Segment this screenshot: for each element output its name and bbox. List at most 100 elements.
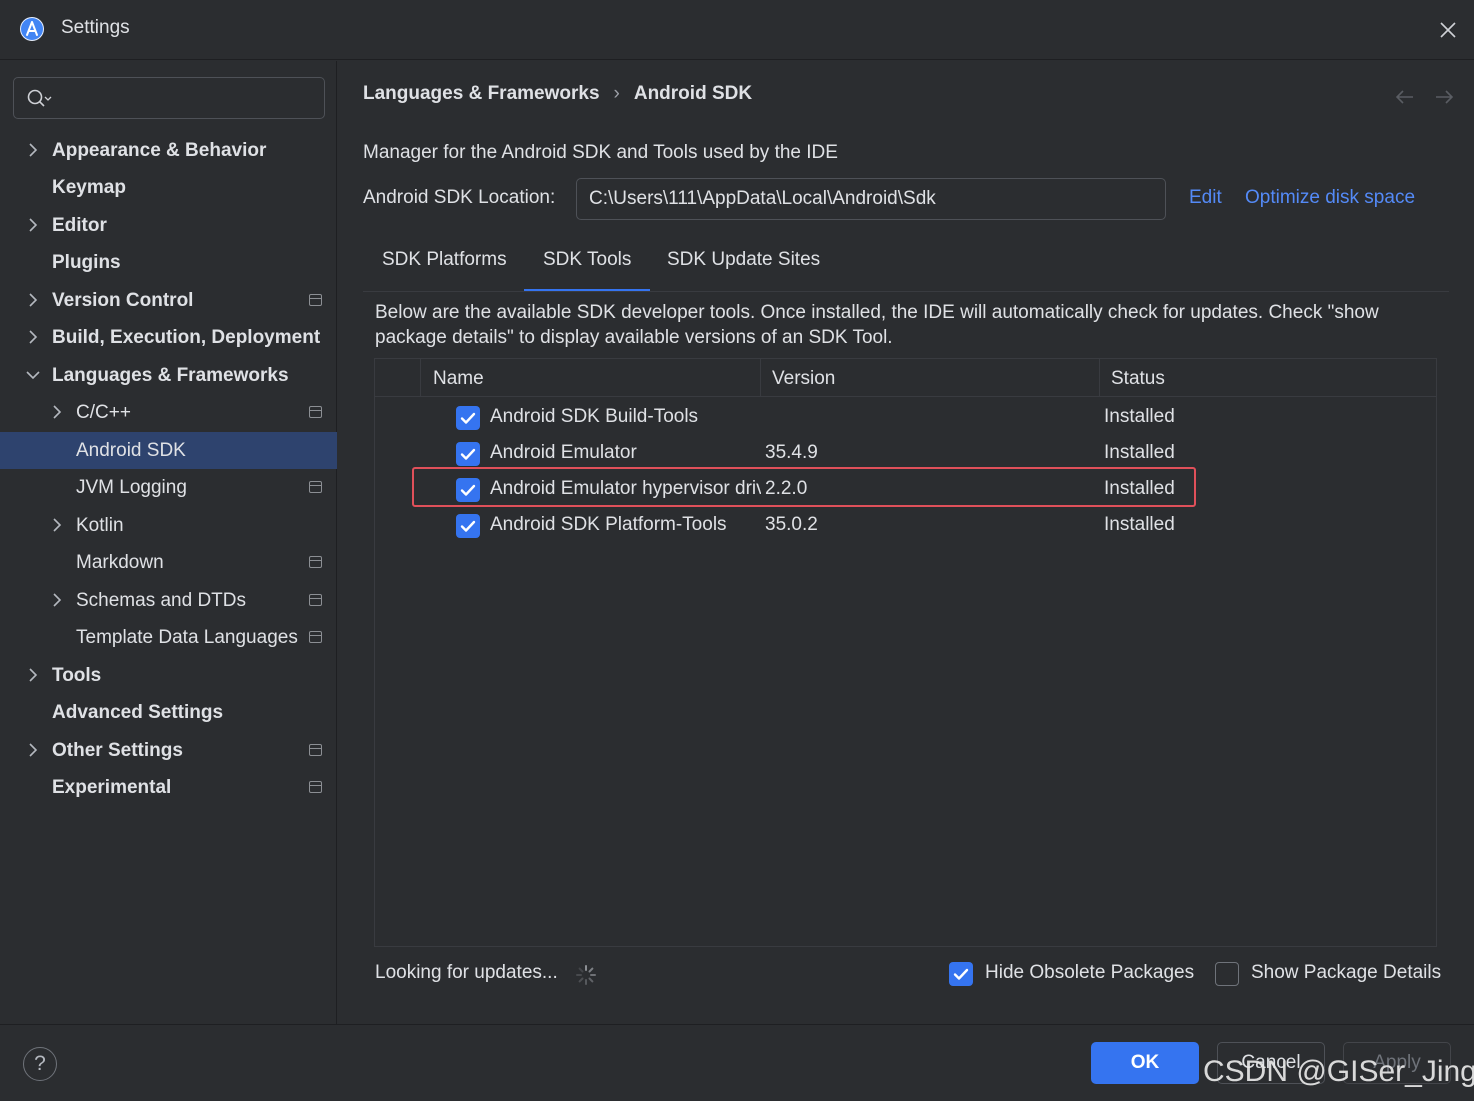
breadcrumb: Languages & Frameworks › Android SDK <box>363 83 752 105</box>
cell-name: Android Emulator <box>490 442 637 463</box>
watermark: CSDN @GISer_Jinger <box>1203 1055 1474 1088</box>
column-header-name[interactable]: Name <box>433 359 484 397</box>
sdk-location-label: Android SDK Location: <box>363 187 556 208</box>
table-row[interactable]: Android SDK Build-Tools Installed <box>375 399 1436 435</box>
cell-version: 35.0.2 <box>765 514 818 535</box>
chevron-right-icon[interactable] <box>49 507 65 544</box>
column-divider[interactable] <box>760 359 761 397</box>
sidebar-item[interactable]: Markdown <box>0 544 337 581</box>
sidebar-item[interactable]: Version Control <box>0 282 337 319</box>
sidebar-item-label: Experimental <box>52 777 172 798</box>
sidebar-item-label: Kotlin <box>76 515 124 536</box>
sidebar-item[interactable]: Keymap <box>0 169 337 206</box>
column-header-version[interactable]: Version <box>772 359 835 397</box>
android-studio-icon <box>20 17 44 41</box>
chevron-right-icon[interactable] <box>25 207 41 244</box>
chevron-down-icon[interactable] <box>25 357 41 394</box>
tab-sdk-platforms[interactable]: SDK Platforms <box>382 236 507 292</box>
table-row[interactable]: Android Emulator 35.4.9 Installed <box>375 435 1436 471</box>
sidebar-item-label: Appearance & Behavior <box>52 140 267 161</box>
sidebar-item-label: Template Data Languages <box>76 627 298 648</box>
cell-status: Installed <box>1104 442 1175 463</box>
sidebar-item[interactable]: Schemas and DTDs <box>0 582 337 619</box>
cell-status: Installed <box>1104 478 1175 499</box>
loading-spinner-icon <box>575 964 597 986</box>
breadcrumb-separator: › <box>613 83 620 104</box>
row-checkbox[interactable] <box>456 478 480 502</box>
table-header: Name Version Status <box>375 359 1436 397</box>
chevron-right-icon[interactable] <box>49 394 65 431</box>
back-arrow-icon[interactable] <box>1394 86 1416 108</box>
sidebar-item[interactable]: Languages & Frameworks <box>0 357 337 394</box>
chevron-right-icon[interactable] <box>25 132 41 169</box>
cell-name: Android SDK Platform-Tools <box>490 514 727 535</box>
tab-sdk-tools[interactable]: SDK Tools <box>523 236 651 292</box>
sidebar-item[interactable]: Template Data Languages <box>0 619 337 656</box>
sidebar-item[interactable]: Tools <box>0 657 337 694</box>
sidebar-item-label: Keymap <box>52 177 126 198</box>
sidebar-item[interactable]: Other Settings <box>0 732 337 769</box>
chevron-right-icon[interactable] <box>25 657 41 694</box>
window-title: Settings <box>61 17 130 38</box>
table-row[interactable]: Android Emulator hypervisor driver 2.2.0 I… <box>375 471 1436 507</box>
chevron-right-icon[interactable] <box>25 319 41 356</box>
project-scope-icon <box>309 294 322 306</box>
sidebar-item-label: Build, Execution, Deployment <box>52 327 321 348</box>
row-checkbox[interactable] <box>456 514 480 538</box>
settings-search-box[interactable] <box>13 77 325 119</box>
tab-sdk-update-sites[interactable]: SDK Update Sites <box>667 236 820 292</box>
breadcrumb-item-languages-frameworks[interactable]: Languages & Frameworks <box>363 83 600 104</box>
sdk-tools-table: Name Version Status Android SDK Build-To… <box>374 358 1437 947</box>
sidebar-item-label: Schemas and DTDs <box>76 590 247 611</box>
project-scope-icon <box>309 781 322 793</box>
project-scope-icon <box>309 744 322 756</box>
sidebar-item[interactable]: Kotlin <box>0 507 337 544</box>
project-scope-icon <box>309 556 322 568</box>
hide-obsolete-label[interactable]: Hide Obsolete Packages <box>985 962 1194 984</box>
row-checkbox[interactable] <box>456 406 480 430</box>
optimize-disk-space-link[interactable]: Optimize disk space <box>1245 187 1415 209</box>
checkmark-icon <box>953 968 969 980</box>
help-button[interactable]: ? <box>23 1047 57 1081</box>
edit-link[interactable]: Edit <box>1189 187 1222 209</box>
sidebar-item[interactable]: Experimental <box>0 769 337 806</box>
sidebar-item[interactable]: C/C++ <box>0 394 337 431</box>
cell-status: Installed <box>1104 514 1175 535</box>
sidebar-item-label: Tools <box>52 665 102 686</box>
sidebar-item-label: Android SDK <box>76 440 186 461</box>
project-scope-icon <box>309 594 322 606</box>
sdk-location-input[interactable] <box>576 178 1166 220</box>
project-scope-icon <box>309 481 322 493</box>
cell-version: 35.4.9 <box>765 442 818 463</box>
search-input[interactable] <box>58 80 318 116</box>
ok-button[interactable]: OK <box>1091 1042 1199 1084</box>
chevron-right-icon[interactable] <box>25 282 41 319</box>
hide-obsolete-checkbox[interactable] <box>949 962 973 986</box>
sidebar-item[interactable]: Editor <box>0 207 337 244</box>
sidebar-item-label: Languages & Frameworks <box>52 365 289 386</box>
sidebar-item[interactable]: Plugins <box>0 244 337 281</box>
title-bar <box>0 0 1474 60</box>
sidebar-item-label: Other Settings <box>52 740 183 761</box>
sidebar-item[interactable]: Android SDK <box>0 432 337 469</box>
close-icon[interactable] <box>1436 18 1460 42</box>
sidebar-item-label: JVM Logging <box>76 477 187 498</box>
sidebar-item-label: Version Control <box>52 290 194 311</box>
sidebar-item[interactable]: JVM Logging <box>0 469 337 506</box>
show-package-details-label[interactable]: Show Package Details <box>1251 962 1441 984</box>
sidebar-item-label: C/C++ <box>76 402 131 423</box>
forward-arrow-icon[interactable] <box>1433 86 1455 108</box>
chevron-right-icon[interactable] <box>25 732 41 769</box>
show-package-details-checkbox[interactable] <box>1215 962 1239 986</box>
row-checkbox[interactable] <box>456 442 480 466</box>
sidebar-item[interactable]: Advanced Settings <box>0 694 337 731</box>
chevron-right-icon[interactable] <box>49 582 65 619</box>
column-header-status[interactable]: Status <box>1111 359 1165 397</box>
sidebar-item-label: Plugins <box>52 252 121 273</box>
column-divider[interactable] <box>1099 359 1100 397</box>
cell-name: Android SDK Build-Tools <box>490 406 699 427</box>
sidebar-item[interactable]: Appearance & Behavior <box>0 132 337 169</box>
table-row[interactable]: Android SDK Platform-Tools 35.0.2 Installe… <box>375 507 1436 543</box>
sidebar-item[interactable]: Build, Execution, Deployment <box>0 319 337 356</box>
sdk-tools-info-text: Below are the available SDK developer to… <box>375 302 1379 348</box>
